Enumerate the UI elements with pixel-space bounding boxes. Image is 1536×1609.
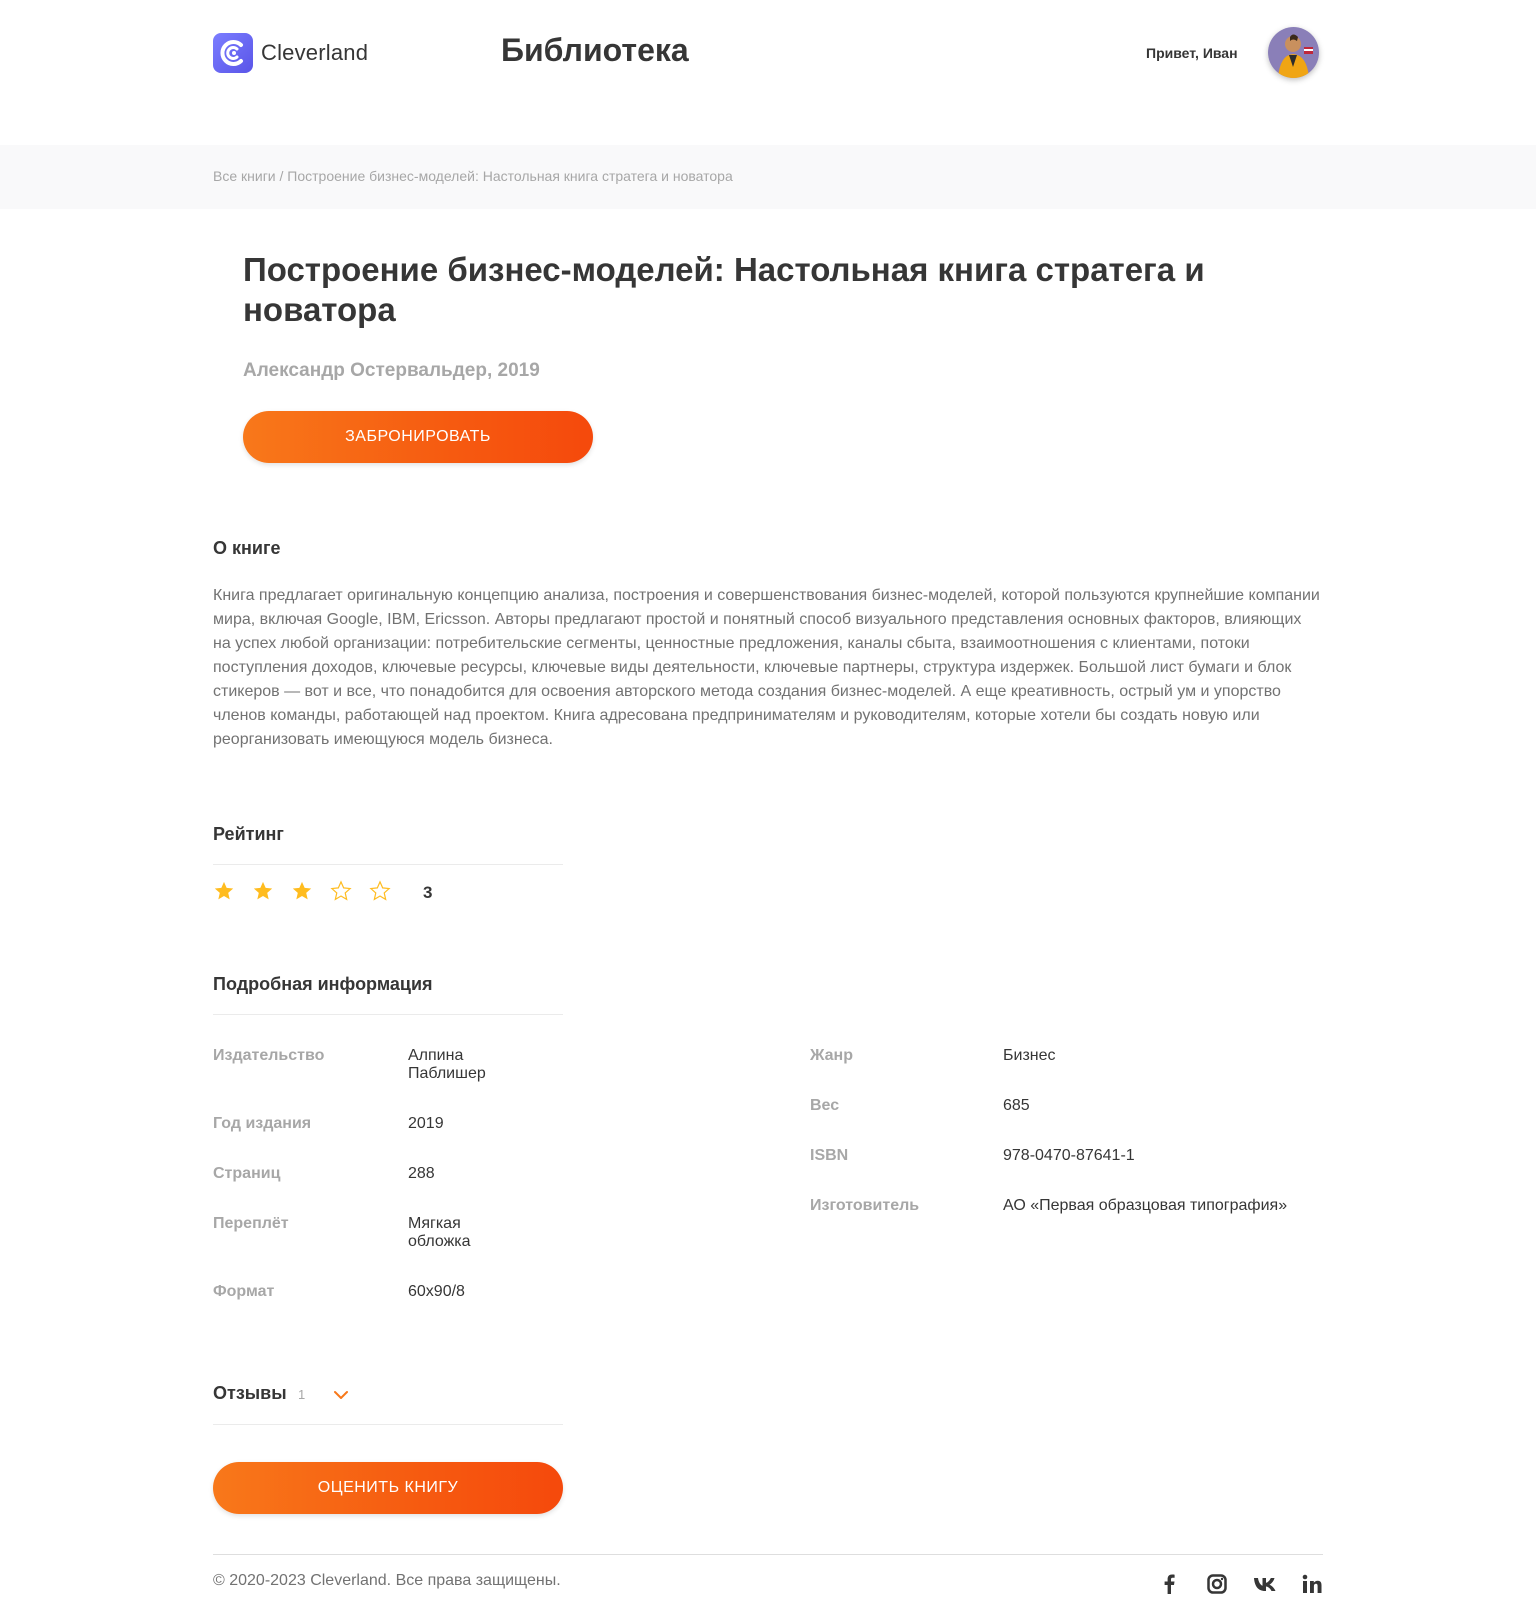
star-empty-icon <box>330 880 352 901</box>
format-label: Формат <box>213 1283 275 1300</box>
breadcrumb-current[interactable]: Построение бизнес-моделей: Настольная кн… <box>287 168 732 184</box>
star-empty-icon <box>369 880 391 901</box>
year-label: Год издания <box>213 1115 312 1132</box>
user-greeting[interactable]: Привет, Иван <box>1146 45 1238 61</box>
about-heading: О книге <box>213 538 281 558</box>
publisher-label: Издательство <box>213 1047 325 1064</box>
reviews-heading: Отзывы <box>213 1383 287 1403</box>
book-author-year: Александр Остервальдер, 2019 <box>243 360 540 381</box>
star-filled-icon <box>253 881 273 900</box>
isbn-value: 978-0470-87641-1 <box>1003 1147 1135 1164</box>
genre-label: Жанр <box>810 1047 853 1064</box>
genre-value: Бизнес <box>1003 1047 1056 1064</box>
about-text: Книга предлагает оригинальную концепцию … <box>213 587 1320 748</box>
logo-text: Cleverland <box>261 40 369 65</box>
publisher-value: Алпина Паблишер <box>408 1047 486 1082</box>
chevron-down-icon[interactable] <box>332 1386 350 1404</box>
avatar[interactable] <box>1268 27 1319 78</box>
star-filled-icon <box>214 881 234 900</box>
weight-label: Вес <box>810 1097 840 1114</box>
vk-icon[interactable] <box>1253 1572 1277 1596</box>
details-divider <box>213 1014 563 1015</box>
isbn-label: ISBN <box>810 1147 849 1164</box>
breadcrumb-bar: Все книги / Построение бизнес-моделей: Н… <box>0 145 1536 209</box>
year-value: 2019 <box>408 1115 444 1132</box>
weight-value: 685 <box>1003 1097 1030 1114</box>
manufacturer-label: Изготовитель <box>810 1197 920 1214</box>
rating-heading: Рейтинг <box>213 824 284 844</box>
rating-stars <box>213 880 408 902</box>
binding-value: Мягкая обложка <box>408 1215 471 1250</box>
pages-value: 288 <box>408 1165 435 1182</box>
rate-book-button[interactable]: ОЦЕНИТЬ КНИГУ <box>213 1462 563 1514</box>
reviews-divider <box>213 1424 563 1425</box>
breadcrumb-all-books[interactable]: Все книги <box>213 168 276 184</box>
footer-divider <box>213 1554 1323 1555</box>
breadcrumb: Все книги / Построение бизнес-моделей: Н… <box>213 168 733 184</box>
page-title: Библиотека <box>501 32 689 68</box>
format-value: 60х90/8 <box>408 1283 465 1300</box>
header: Cleverland Библиотека Привет, Иван <box>0 0 1536 145</box>
pages-label: Страниц <box>213 1165 281 1182</box>
star-filled-icon <box>292 881 312 900</box>
linkedin-icon[interactable] <box>1300 1572 1324 1596</box>
rating-divider <box>213 864 563 865</box>
book-title: Построение бизнес-моделей: Настольная кн… <box>243 251 1205 328</box>
binding-label: Переплёт <box>213 1215 289 1232</box>
breadcrumb-separator: / <box>275 168 288 184</box>
facebook-icon[interactable] <box>1157 1572 1181 1596</box>
details-heading: Подробная информация <box>213 974 433 994</box>
logo[interactable]: Cleverland <box>213 33 368 73</box>
cleverland-logo-icon <box>213 33 253 73</box>
instagram-icon[interactable] <box>1205 1572 1229 1596</box>
copyright: © 2020-2023 Cleverland. Все права защище… <box>213 1572 561 1589</box>
reserve-button[interactable]: ЗАБРОНИРОВАТЬ <box>243 411 593 463</box>
rating-value: 3 <box>423 883 433 902</box>
reviews-count: 1 <box>298 1387 306 1402</box>
manufacturer-value: АО «Первая образцовая типография» <box>1003 1197 1288 1214</box>
